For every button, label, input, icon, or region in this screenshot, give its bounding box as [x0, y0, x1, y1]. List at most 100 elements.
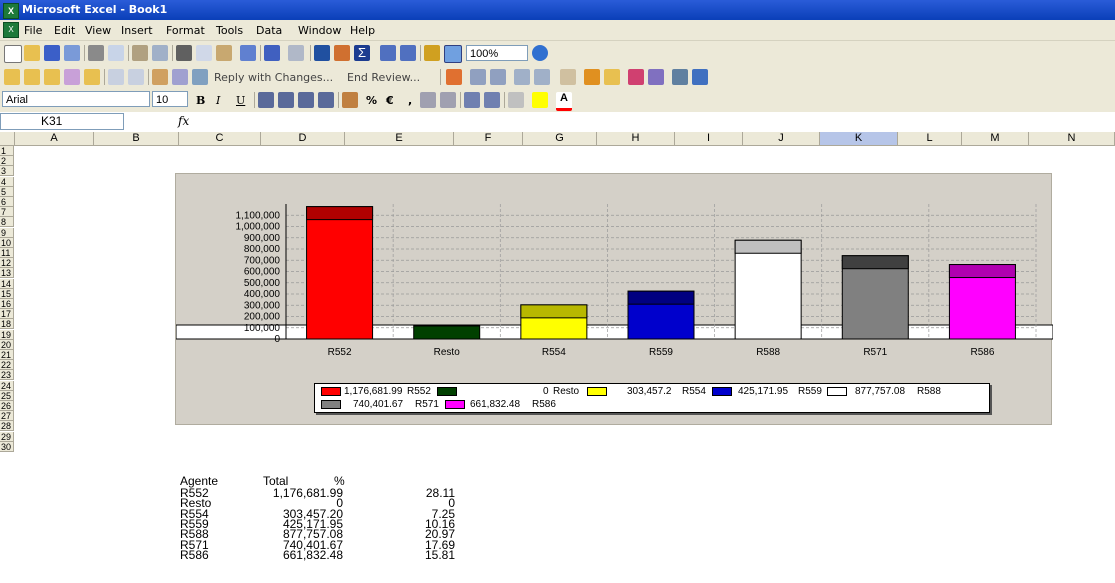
open-icon[interactable]: [24, 45, 40, 61]
indent-icon[interactable]: [470, 69, 486, 85]
zoom-select[interactable]: 100%: [466, 45, 528, 61]
row-header[interactable]: 15: [0, 288, 14, 299]
align-center-icon[interactable]: [278, 92, 294, 108]
research-icon[interactable]: [152, 45, 168, 61]
row-header[interactable]: 30: [0, 441, 14, 452]
comment-icon[interactable]: [108, 69, 124, 85]
column-header-i[interactable]: I: [675, 132, 743, 145]
autosum-icon[interactable]: Σ: [354, 45, 370, 61]
italic-button[interactable]: I: [216, 94, 220, 107]
folder-icon-5[interactable]: [604, 69, 620, 85]
column-header-d[interactable]: D: [261, 132, 345, 145]
column-header-n[interactable]: N: [1029, 132, 1115, 145]
row-header[interactable]: 4: [0, 176, 14, 187]
show-comments-icon[interactable]: [172, 69, 188, 85]
remove-arrows-icon[interactable]: [560, 69, 576, 85]
format-painter-icon[interactable]: [240, 45, 256, 61]
row-header[interactable]: 29: [0, 431, 14, 442]
email-icon[interactable]: [334, 45, 350, 61]
print-icon[interactable]: [88, 45, 104, 61]
bar-chart[interactable]: 0100,000200,000300,000400,000500,000600,…: [176, 174, 1053, 374]
chart-area[interactable]: 0 100,000 200,000 300,000 400,000 500,000 600,…: [175, 173, 1053, 425]
column-header-c[interactable]: C: [179, 132, 261, 145]
row-header[interactable]: 8: [0, 217, 14, 228]
select-all-corner[interactable]: [0, 132, 15, 145]
chart-wizard-icon[interactable]: [424, 45, 440, 61]
watch-window-icon[interactable]: [648, 69, 664, 85]
column-header-g[interactable]: G: [523, 132, 597, 145]
row-header[interactable]: 14: [0, 278, 14, 289]
indent-icon-2[interactable]: [490, 69, 506, 85]
row-header[interactable]: 17: [0, 309, 14, 320]
increase-decimal-icon[interactable]: [420, 92, 436, 108]
currency-icon[interactable]: [342, 92, 358, 108]
redo-icon[interactable]: [288, 45, 304, 61]
column-header-j[interactable]: J: [743, 132, 820, 145]
decrease-indent-icon[interactable]: [464, 92, 480, 108]
column-header-m[interactable]: M: [962, 132, 1029, 145]
folder-icon[interactable]: [4, 69, 20, 85]
row-header[interactable]: 3: [0, 166, 14, 177]
sort-descending-icon[interactable]: [400, 45, 416, 61]
edit-comment-icon[interactable]: [152, 69, 168, 85]
increase-indent-icon[interactable]: [484, 92, 500, 108]
row-header[interactable]: 20: [0, 339, 14, 350]
table-cell-total[interactable]: 661,832.48: [283, 549, 343, 561]
column-header-l[interactable]: L: [898, 132, 962, 145]
dependents-icon[interactable]: [514, 69, 530, 85]
dependents-icon-2[interactable]: [534, 69, 550, 85]
bold-button[interactable]: B: [196, 94, 205, 107]
print-preview-icon[interactable]: [108, 45, 124, 61]
decrease-decimal-icon[interactable]: [440, 92, 456, 108]
column-header-e[interactable]: E: [345, 132, 454, 145]
new-icon[interactable]: [4, 45, 22, 63]
menu-format[interactable]: Format: [166, 24, 205, 37]
drawing-icon[interactable]: [444, 45, 462, 63]
row-header[interactable]: 23: [0, 370, 14, 381]
row-header[interactable]: 16: [0, 299, 14, 309]
row-header[interactable]: 11: [0, 248, 14, 258]
menu-help[interactable]: Help: [350, 24, 375, 37]
permission-icon[interactable]: [64, 45, 80, 61]
row-header[interactable]: 19: [0, 329, 14, 340]
trace-icon[interactable]: [446, 69, 462, 85]
row-header[interactable]: 26: [0, 401, 14, 411]
row-header[interactable]: 5: [0, 186, 14, 197]
menu-insert[interactable]: Insert: [121, 24, 153, 37]
row-header[interactable]: 21: [0, 350, 14, 360]
row-header[interactable]: 28: [0, 421, 14, 432]
fill-color-icon[interactable]: [532, 92, 548, 108]
document-icon[interactable]: X: [3, 22, 19, 38]
font-select[interactable]: Arial: [2, 91, 150, 107]
folder-icon-2[interactable]: [24, 69, 40, 85]
row-header[interactable]: 24: [0, 380, 14, 391]
row-header[interactable]: 1: [0, 146, 14, 156]
hyperlink-icon[interactable]: [314, 45, 330, 61]
row-header[interactable]: 22: [0, 360, 14, 371]
reply-with-changes[interactable]: Reply with Changes...: [214, 71, 333, 84]
row-header[interactable]: 12: [0, 258, 14, 269]
align-right-icon[interactable]: [298, 92, 314, 108]
align-left-icon[interactable]: [258, 92, 274, 108]
menu-file[interactable]: File: [24, 24, 42, 37]
row-header[interactable]: 6: [0, 197, 14, 207]
column-header-h[interactable]: H: [597, 132, 675, 145]
menu-data[interactable]: Data: [256, 24, 282, 37]
formula-auditing-icon[interactable]: [692, 69, 708, 85]
row-header[interactable]: 10: [0, 237, 14, 248]
end-review[interactable]: End Review...: [347, 71, 420, 84]
sort-ascending-icon[interactable]: [380, 45, 396, 61]
row-header[interactable]: 13: [0, 268, 14, 279]
undo-icon[interactable]: [264, 45, 280, 61]
underline-button[interactable]: U: [236, 94, 245, 107]
row-header[interactable]: 25: [0, 390, 14, 401]
menu-view[interactable]: View: [85, 24, 111, 37]
reviewing-pane-icon[interactable]: [192, 69, 208, 85]
help-icon[interactable]: [532, 45, 548, 61]
evaluate-formula-icon[interactable]: [672, 69, 688, 85]
menu-tools[interactable]: Tools: [216, 24, 243, 37]
comma-button[interactable]: ,: [408, 94, 412, 107]
menu-window[interactable]: Window: [298, 24, 341, 37]
table-cell-agente[interactable]: R586: [180, 549, 209, 561]
menu-edit[interactable]: Edit: [54, 24, 75, 37]
